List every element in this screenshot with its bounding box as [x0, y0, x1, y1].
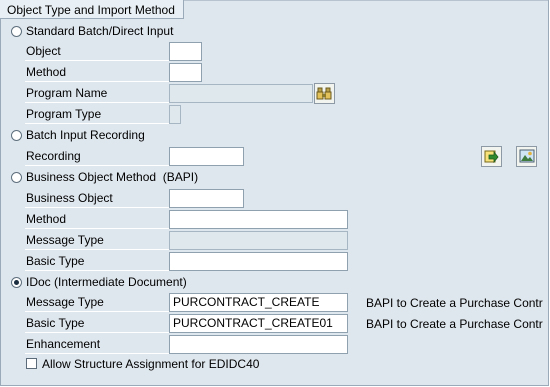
group-title-line [184, 0, 548, 1]
bapi-basic-type-label: Basic Type [25, 252, 169, 271]
group-title-tab: Object Type and Import Method [0, 0, 184, 19]
allow-structure-label: Allow Structure Assignment for EDIDC40 [42, 357, 260, 371]
bapi-basic-type-input[interactable] [169, 252, 348, 271]
program-search-button[interactable] [314, 83, 335, 104]
radio-business-object-method[interactable]: Business Object Method (BAPI) [11, 169, 198, 185]
radio-label: Batch Input Recording [26, 128, 145, 142]
object-label: Object [25, 42, 169, 61]
object-input[interactable] [169, 42, 202, 61]
enhancement-input[interactable] [169, 335, 348, 354]
program-name-field [169, 84, 313, 103]
business-object-label: Business Object [25, 189, 169, 208]
radio-circle-selected[interactable] [11, 276, 22, 288]
method-input[interactable] [169, 63, 202, 82]
program-type-label: Program Type [25, 105, 169, 124]
allow-structure-checkbox[interactable] [26, 358, 37, 369]
execute-button[interactable] [481, 146, 502, 167]
idoc-message-type-label: Message Type [25, 293, 169, 312]
program-type-field [169, 105, 181, 124]
group-title: Object Type and Import Method [7, 3, 175, 17]
enhancement-label: Enhancement [25, 335, 169, 354]
radio-label: Business Object Method (BAPI) [26, 170, 199, 184]
bapi-message-type-field [169, 231, 348, 250]
bapi-message-type-label: Message Type [25, 231, 169, 250]
idoc-message-type-input[interactable]: PURCONTRACT_CREATE [169, 293, 348, 312]
program-name-label: Program Name [25, 84, 169, 103]
radio-circle[interactable] [11, 171, 22, 183]
recording-input[interactable] [169, 147, 244, 166]
recording-label: Recording [25, 147, 169, 166]
method-label: Method [25, 63, 169, 82]
idoc-basic-type-description: BAPI to Create a Purchase Contr [366, 317, 543, 331]
business-object-input[interactable] [169, 189, 244, 208]
radio-label: IDoc (Intermediate Document) [26, 275, 187, 289]
program-search-icon [316, 87, 332, 100]
bapi-method-label: Method [25, 210, 169, 229]
display-button[interactable] [516, 146, 537, 167]
bapi-method-input[interactable] [169, 210, 348, 229]
radio-circle[interactable] [11, 25, 22, 37]
idoc-basic-type-label: Basic Type [25, 314, 169, 333]
idoc-message-type-description: BAPI to Create a Purchase Contr [366, 296, 543, 310]
radio-label: Standard Batch/Direct Input [26, 24, 174, 38]
radio-circle[interactable] [11, 129, 22, 141]
radio-idoc[interactable]: IDoc (Intermediate Document) [11, 274, 187, 290]
idoc-basic-type-input[interactable]: PURCONTRACT_CREATE01 [169, 314, 348, 333]
execute-arrow-icon [484, 150, 499, 164]
radio-standard-batch[interactable]: Standard Batch/Direct Input [11, 23, 173, 39]
display-picture-icon [519, 149, 534, 163]
radio-batch-input-recording[interactable]: Batch Input Recording [11, 127, 145, 143]
